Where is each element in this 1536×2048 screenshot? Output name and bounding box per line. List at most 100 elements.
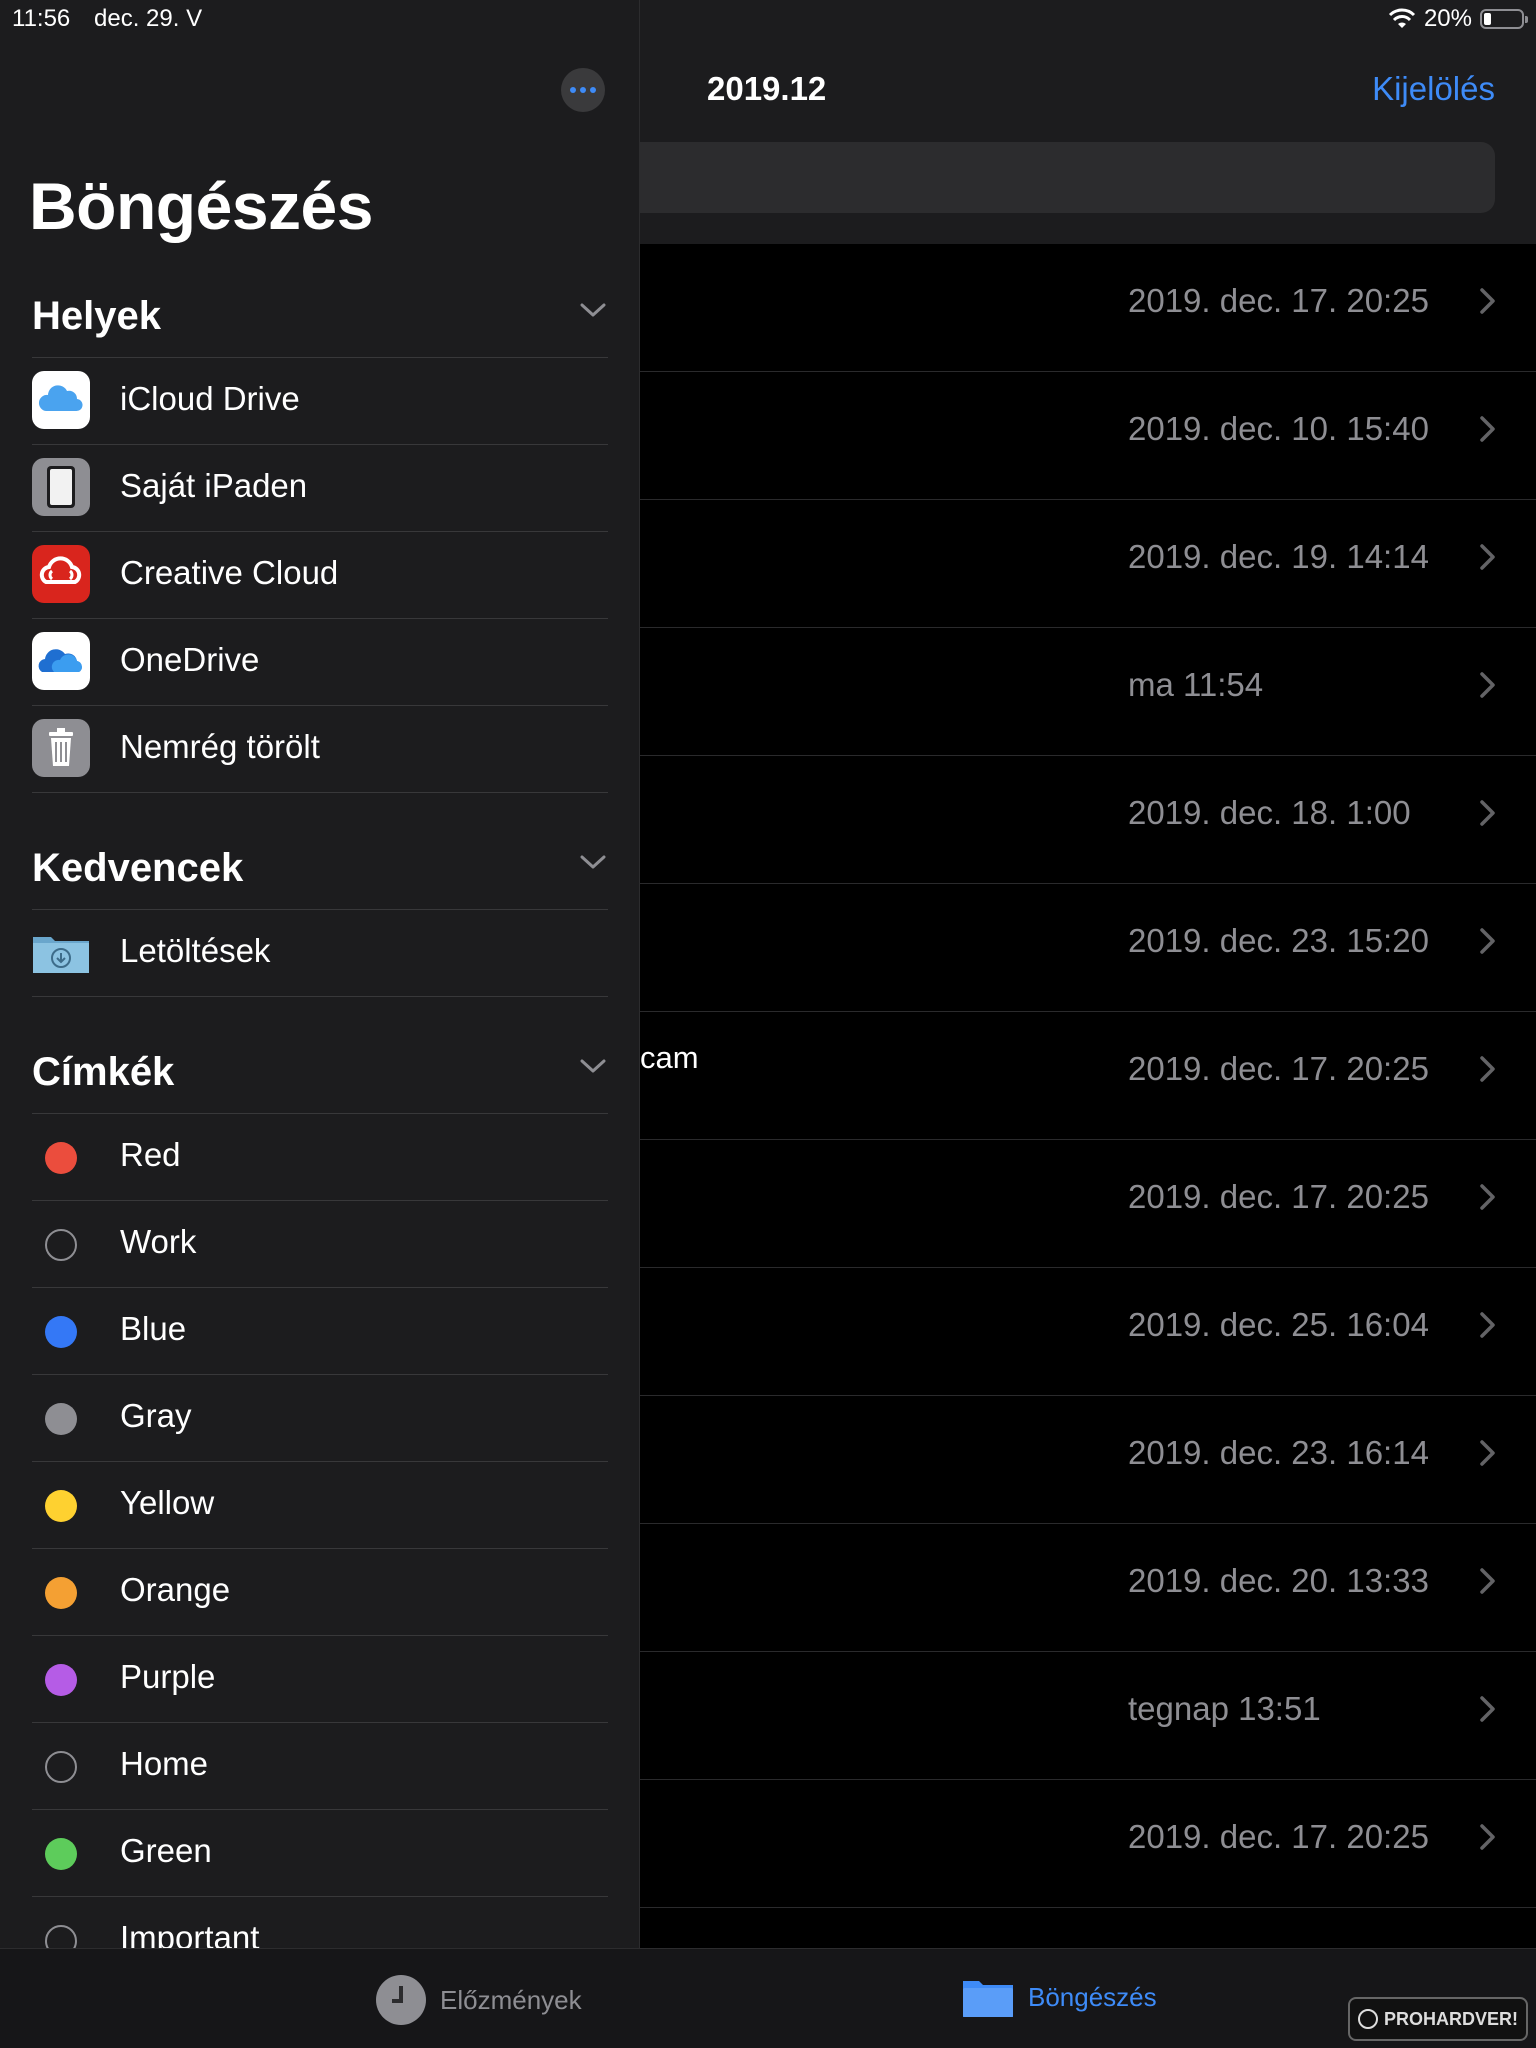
file-date: 2019. dec. 23. 16:14	[1128, 1434, 1429, 1471]
file-row[interactable]: 2019. dec. 10. 15:40	[640, 372, 1536, 500]
status-time: 11:56	[12, 5, 71, 32]
file-date: 2019. dec. 17. 20:25	[1128, 1818, 1429, 1855]
watermark-text: PROHARDVER!	[1383, 2008, 1518, 2029]
file-row[interactable]: 2019. dec. 25. 16:04	[640, 1268, 1536, 1396]
file-row[interactable]: 2019. dec. 17. 20:25	[640, 1140, 1536, 1268]
sidebar-item-label: Gray	[120, 1397, 192, 1434]
section-title: Helyek	[32, 294, 161, 338]
file-date: 2019. dec. 23. 15:20	[1128, 922, 1429, 959]
file-date: ma 11:54	[1128, 666, 1264, 703]
tab-label: Böngészés	[1028, 1981, 1157, 2012]
sidebar-item-tag[interactable]: Yellow	[32, 1462, 608, 1549]
sidebar-item-label: Nemrég törölt	[120, 728, 320, 765]
section-tags: Címkék Red Work Blue Gray Yellow Orange Purple…	[32, 1028, 608, 1948]
sidebar-item-recently-deleted[interactable]: Nemrég törölt	[32, 706, 608, 793]
prohardver-logo-icon	[1357, 2009, 1378, 2029]
sidebar-item-tag[interactable]: Work	[32, 1201, 608, 1288]
sidebar-item-icloud-drive[interactable]: iCloud Drive	[32, 358, 608, 445]
trash-icon	[32, 719, 90, 777]
file-row[interactable]: 2019. dec. 19. 14:14	[640, 500, 1536, 628]
sidebar-item-label: OneDrive	[120, 641, 260, 678]
file-row[interactable]: 2019. dec. 23. 15:20	[640, 884, 1536, 1012]
sidebar-item-label: Red	[120, 1136, 181, 1173]
tag-color-dot	[45, 1925, 77, 1948]
sidebar: Böngészés Helyek iCloud Drive Saját iPad…	[0, 0, 640, 1948]
sidebar-item-tag[interactable]: Blue	[32, 1288, 608, 1375]
sidebar-item-label: Saját iPaden	[120, 467, 308, 504]
sidebar-item-tag[interactable]: Purple	[32, 1636, 608, 1723]
file-row[interactable]: 2019. dec. 18. 1:00	[640, 756, 1536, 884]
ellipsis-circle-icon[interactable]	[561, 68, 605, 112]
sidebar-item-on-my-ipad[interactable]: Saját iPaden	[32, 445, 608, 532]
status-date: dec. 29. V	[94, 5, 203, 32]
chevron-right-icon	[1480, 672, 1495, 698]
tag-color-dot	[45, 1751, 77, 1783]
chevron-right-icon	[1480, 1056, 1495, 1082]
select-button[interactable]: Kijelölés	[1372, 70, 1495, 108]
chevron-right-icon	[1480, 288, 1495, 314]
file-date: 2019. dec. 20. 13:33	[1128, 1562, 1429, 1599]
tab-label: Előzmények	[440, 1984, 582, 2015]
status-right: 20%	[1388, 5, 1528, 33]
tag-color-dot	[45, 1229, 77, 1261]
file-date: 2019. dec. 19. 14:14	[1128, 538, 1429, 575]
file-row[interactable]: 2019. dec. 23. 16:14	[640, 1396, 1536, 1524]
tag-color-dot	[45, 1142, 77, 1174]
sidebar-item-downloads[interactable]: Letöltések	[32, 910, 608, 997]
creative-cloud-icon	[32, 545, 90, 603]
sidebar-item-tag[interactable]: Red	[32, 1114, 608, 1201]
sidebar-item-label: Work	[120, 1223, 197, 1260]
section-favorites: Kedvencek Letöltések	[32, 824, 608, 997]
chevron-down-icon	[580, 855, 606, 869]
chevron-down-icon	[580, 1059, 606, 1073]
file-row[interactable]: tegnap 13:51	[640, 1652, 1536, 1780]
sidebar-item-label: Creative Cloud	[120, 554, 339, 591]
file-date: 2019. dec. 25. 16:04	[1128, 1306, 1429, 1343]
section-header-tags[interactable]: Címkék	[32, 1028, 608, 1114]
sidebar-item-label: Home	[120, 1745, 209, 1782]
sidebar-item-label: Blue	[120, 1310, 187, 1347]
section-title: Címkék	[32, 1050, 175, 1094]
chevron-right-icon	[1480, 800, 1495, 826]
file-row[interactable]: ma 11:54	[640, 628, 1536, 756]
onedrive-icon	[32, 632, 90, 690]
section-locations: Helyek iCloud Drive Saját iPaden Creativ…	[32, 272, 608, 793]
sidebar-item-label: Green	[120, 1832, 212, 1869]
sidebar-title: Böngészés	[29, 169, 373, 243]
chevron-right-icon	[1480, 1696, 1495, 1722]
file-row[interactable]: 2019. dec. 20. 13:33	[640, 1524, 1536, 1652]
tag-color-dot	[45, 1490, 77, 1522]
section-header-favorites[interactable]: Kedvencek	[32, 824, 608, 910]
chevron-down-icon	[580, 303, 606, 317]
chevron-right-icon	[1480, 1184, 1495, 1210]
tag-list: Red Work Blue Gray Yellow Orange Purple Home Gre…	[32, 1114, 608, 1948]
file-row[interactable]: 2019. dec. 17. 20:25	[640, 1780, 1536, 1908]
chevron-right-icon	[1480, 416, 1495, 442]
sidebar-item-tag[interactable]: Orange	[32, 1549, 608, 1636]
search-field[interactable]	[640, 142, 1495, 213]
sidebar-item-tag[interactable]: Important	[32, 1897, 608, 1948]
status-bar: 11:56 dec. 29. V 20%	[0, 0, 1536, 40]
file-row[interactable]: 2019. dec. 17. 20:25	[640, 244, 1536, 372]
tab-browse[interactable]: Böngészés	[962, 1975, 1157, 2019]
clock-icon	[376, 1975, 426, 2025]
file-name: cam	[640, 1040, 699, 1075]
tag-color-dot	[45, 1577, 77, 1609]
file-row[interactable]: cam 2019. dec. 17. 20:25	[640, 1012, 1536, 1140]
section-header-locations[interactable]: Helyek	[32, 272, 608, 358]
file-date: tegnap 13:51	[1128, 1690, 1321, 1727]
sidebar-item-tag[interactable]: Home	[32, 1723, 608, 1810]
sidebar-item-creative-cloud[interactable]: Creative Cloud	[32, 532, 608, 619]
sidebar-item-tag[interactable]: Green	[32, 1810, 608, 1897]
sidebar-item-onedrive[interactable]: OneDrive	[32, 619, 608, 706]
tab-bar: Előzmények Böngészés	[0, 1948, 1536, 2048]
folder-title: 2019.12	[707, 70, 827, 107]
tag-color-dot	[45, 1403, 77, 1435]
file-date: 2019. dec. 10. 15:40	[1128, 410, 1429, 447]
icloud-drive-icon	[32, 371, 90, 429]
sidebar-item-tag[interactable]: Gray	[32, 1375, 608, 1462]
sidebar-item-label: Important	[120, 1919, 260, 1948]
ipad-icon	[32, 458, 90, 516]
tab-recents[interactable]: Előzmények	[376, 1975, 582, 2025]
tag-color-dot	[45, 1838, 77, 1870]
